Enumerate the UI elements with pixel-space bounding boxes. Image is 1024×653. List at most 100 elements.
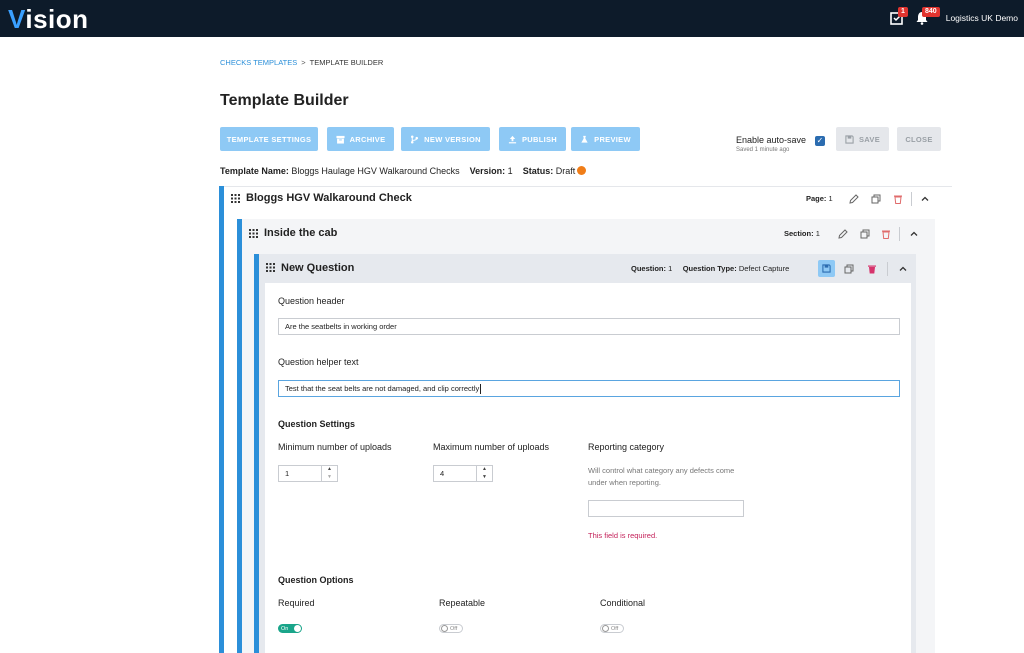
section-counter: Section: 1 (784, 229, 820, 238)
section-divider (899, 227, 900, 241)
edit-section-icon[interactable] (838, 229, 848, 239)
save-question-button[interactable] (818, 260, 835, 277)
increment-icon[interactable]: ▲ (477, 466, 492, 474)
drag-handle-icon[interactable] (231, 194, 240, 203)
duplicate-page-icon[interactable] (871, 194, 881, 204)
collapse-question-icon[interactable] (898, 264, 908, 274)
page-title: Template Builder (220, 92, 349, 109)
breadcrumb: CHECKS TEMPLATES > TEMPLATE BUILDER (220, 58, 383, 67)
app-logo[interactable]: Vision (8, 4, 89, 35)
required-toggle[interactable]: On (278, 624, 302, 633)
save-button[interactable]: SAVE (836, 127, 889, 151)
max-uploads-value: 4 (440, 469, 445, 478)
question-options-heading: Question Options (278, 575, 354, 585)
repeatable-toggle[interactable]: Off (439, 624, 463, 633)
breadcrumb-separator: > (301, 58, 306, 67)
question-header-label: Question header (278, 296, 345, 306)
duplicate-question-icon[interactable] (844, 264, 854, 274)
organisation-name[interactable]: Logistics UK Demo (946, 13, 1018, 23)
reporting-category-label: Reporting category (588, 442, 665, 452)
increment-icon[interactable]: ▲ (322, 466, 337, 474)
section-counter-label: Section: (784, 229, 814, 238)
archive-label: ARCHIVE (349, 134, 386, 144)
template-name-label: Template Name: (220, 166, 289, 176)
publish-label: PUBLISH (521, 134, 558, 144)
min-uploads-value: 1 (285, 469, 290, 478)
branch-icon (411, 135, 419, 143)
new-version-label: NEW VERSION (424, 134, 481, 144)
template-name-value: Bloggs Haulage HGV Walkaround Checks (291, 166, 460, 176)
page-divider (911, 192, 912, 206)
delete-question-icon[interactable] (867, 264, 877, 274)
page-title-text: Bloggs HGV Walkaround Check (246, 192, 412, 204)
template-settings-label: TEMPLATE SETTINGS (226, 134, 312, 144)
question-counter-label: Question: (631, 264, 666, 273)
question-settings-heading: Question Settings (278, 419, 356, 429)
question-helper-input[interactable]: Test that the seat belts are not damaged… (278, 380, 900, 397)
question-counter-value: 1 (668, 264, 673, 273)
required-label: Required (278, 598, 315, 608)
min-uploads-label: Minimum number of uploads (278, 442, 392, 452)
question-header-value: Are the seatbelts in working order (285, 322, 397, 331)
question-accent-bar (254, 254, 259, 653)
save-question-icon (822, 264, 831, 273)
template-settings-button[interactable]: TEMPLATE SETTINGS (220, 127, 318, 151)
duplicate-section-icon[interactable] (860, 229, 870, 239)
reporting-category-helper: Will control what category any defects c… (588, 466, 735, 487)
breadcrumb-checks-templates[interactable]: CHECKS TEMPLATES (220, 58, 297, 67)
status-label: Status: (522, 166, 554, 176)
collapse-section-icon[interactable] (909, 229, 919, 239)
decrement-icon[interactable]: ▼ (477, 474, 492, 482)
status-dot (577, 166, 587, 175)
question-header-input[interactable]: Are the seatbelts in working order (278, 318, 900, 335)
save-label: SAVE (858, 134, 881, 144)
section-drag-handle-icon[interactable] (249, 229, 258, 238)
save-icon (845, 134, 854, 144)
section-title-text: Inside the cab (264, 227, 338, 239)
new-version-button[interactable]: NEW VERSION (401, 127, 490, 151)
publish-button[interactable]: PUBLISH (499, 127, 566, 151)
preview-icon (581, 135, 588, 143)
edit-page-icon[interactable] (849, 194, 859, 204)
preview-button[interactable]: PREVIEW (571, 127, 640, 151)
repeatable-state: Off (450, 625, 458, 632)
autosave-checkbox[interactable]: ✓ (815, 136, 825, 146)
collapse-page-icon[interactable] (920, 194, 930, 204)
archive-icon (336, 135, 345, 144)
repeatable-label: Repeatable (439, 598, 486, 608)
reporting-category-input[interactable] (588, 500, 744, 517)
preview-label: PREVIEW (594, 134, 631, 144)
question-divider (887, 262, 888, 276)
upload-icon (508, 135, 517, 143)
archive-button[interactable]: ARCHIVE (327, 127, 394, 151)
conditional-label: Conditional (600, 598, 646, 608)
delete-page-icon[interactable] (893, 194, 903, 204)
reporting-category-error: This field is required. (588, 531, 658, 540)
max-uploads-label: Maximum number of uploads (433, 442, 550, 452)
required-state: On (281, 625, 289, 632)
status-value: Draft (555, 166, 576, 176)
min-uploads-spinner[interactable]: ▲ ▼ (321, 466, 337, 481)
conditional-state: Off (611, 625, 619, 632)
decrement-icon[interactable]: ▼ (322, 474, 337, 482)
delete-section-icon[interactable] (881, 229, 891, 239)
text-caret (480, 383, 482, 394)
close-button[interactable]: CLOSE (897, 127, 941, 151)
max-uploads-stepper[interactable]: 4 ▲ ▼ (433, 465, 493, 482)
min-uploads-stepper[interactable]: 1 ▲ ▼ (278, 465, 338, 482)
page-counter-value: 1 (828, 194, 833, 203)
version-value: 1 (507, 166, 513, 176)
section-counter-value: 1 (815, 229, 820, 238)
section-accent-bar (237, 219, 242, 653)
question-drag-handle-icon[interactable] (266, 263, 275, 272)
breadcrumb-current: TEMPLATE BUILDER (309, 58, 384, 67)
notifications-badge: 840 (922, 7, 940, 17)
conditional-toggle[interactable]: Off (600, 624, 624, 633)
version-label: Version: (469, 166, 506, 176)
logo-text: ision (25, 4, 89, 34)
autosave-label: Enable auto-save (736, 135, 807, 145)
question-helper-value: Test that the seat belts are not damaged… (285, 384, 480, 393)
close-label: CLOSE (905, 134, 933, 144)
question-counter: Question: 1 Question Type: Defect Captur… (631, 264, 789, 273)
max-uploads-spinner[interactable]: ▲ ▼ (476, 466, 492, 481)
